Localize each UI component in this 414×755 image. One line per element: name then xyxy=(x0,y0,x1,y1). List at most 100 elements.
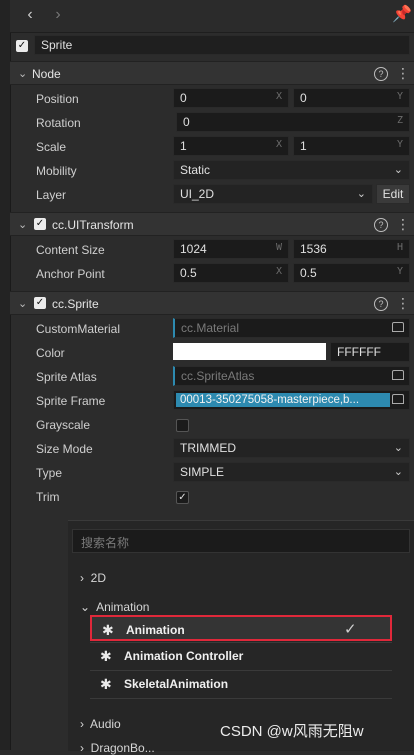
trim-checkbox[interactable]: ✓ xyxy=(176,491,189,504)
help-icon[interactable]: ? xyxy=(374,67,388,81)
position-x-input[interactable]: 0X xyxy=(173,88,289,108)
lock-icon xyxy=(392,394,404,404)
chevron-left-icon[interactable]: ‹ xyxy=(22,7,38,23)
more-menu-icon[interactable]: ⋮ xyxy=(396,296,410,310)
layer-label: Layer xyxy=(36,188,67,202)
position-row: Position 0X 0Y xyxy=(10,87,414,111)
anchor-y-input[interactable]: 0.5 Y xyxy=(293,263,410,283)
chevron-right-icon: › xyxy=(80,717,84,731)
type-row: Type SIMPLE ⌄ xyxy=(10,461,414,485)
mobility-label: Mobility xyxy=(36,164,77,178)
color-row: Color FFFFFF xyxy=(10,341,414,365)
content-size-label: Content Size xyxy=(36,243,105,257)
color-label: Color xyxy=(36,346,65,360)
search-placeholder: 搜索名称 xyxy=(81,536,130,550)
chevron-down-icon: ⌄ xyxy=(393,164,403,176)
mobility-row: Mobility Static ⌄ xyxy=(10,159,414,183)
layer-row: Layer UI_2D ⌄ Edit xyxy=(10,183,414,207)
type-label: Type xyxy=(36,466,63,480)
search-input[interactable]: 搜索名称 xyxy=(72,529,410,553)
size-mode-label: Size Mode xyxy=(36,442,93,456)
chevron-down-icon: ⌄ xyxy=(356,188,366,200)
size-mode-select[interactable]: TRIMMED ⌄ xyxy=(173,438,410,458)
category-2d[interactable]: › 2D xyxy=(80,571,106,585)
position-label: Position xyxy=(36,92,79,106)
lock-icon xyxy=(392,322,404,332)
rotation-input[interactable]: 0Z xyxy=(176,112,410,132)
mobility-select[interactable]: Static ⌄ xyxy=(173,160,410,180)
category-animation[interactable]: ⌄ Animation xyxy=(80,600,149,614)
type-select[interactable]: SIMPLE ⌄ xyxy=(173,462,410,482)
more-menu-icon[interactable]: ⋮ xyxy=(396,66,410,80)
rotation-label: Rotation xyxy=(36,116,81,130)
chevron-down-icon: ⌄ xyxy=(393,466,403,478)
help-icon[interactable]: ? xyxy=(374,218,388,232)
category-dragonbones[interactable]: › DragonBo... xyxy=(80,741,155,755)
scale-y-input[interactable]: 1Y xyxy=(293,136,410,156)
divider xyxy=(90,698,392,699)
layer-edit-button[interactable]: Edit xyxy=(376,184,410,204)
scale-x-input[interactable]: 1X xyxy=(173,136,289,156)
anchor-x-input[interactable]: 0.5 X xyxy=(173,263,289,283)
chevron-right-icon[interactable]: › xyxy=(50,7,66,23)
content-width-input[interactable]: 1024 W xyxy=(173,239,289,259)
content-height-input[interactable]: 1536 H xyxy=(293,239,410,259)
scale-label: Scale xyxy=(36,140,67,154)
uitransform-section-header[interactable]: ⌄ ✓ cc.UITransform ? ⋮ xyxy=(10,212,414,236)
section-title: cc.UITransform xyxy=(52,218,134,232)
skeletal-animation-item[interactable]: ✱ SkeletalAnimation xyxy=(90,671,392,697)
custom-material-field[interactable]: cc.Material xyxy=(173,318,410,338)
node-section-header[interactable]: ⌄ Node ? ⋮ xyxy=(10,61,414,85)
animation-item[interactable]: ✱ Animation ✓ xyxy=(90,615,392,641)
chevron-right-icon: › xyxy=(80,571,84,585)
sprite-frame-field[interactable]: 00013-350275058-masterpiece,b... xyxy=(173,390,410,410)
node-name-text: Sprite xyxy=(41,38,73,52)
watermark-text: CSDN @w风雨无阻w xyxy=(220,723,364,740)
sprite-enabled-checkbox[interactable]: ✓ xyxy=(34,297,46,309)
trim-label: Trim xyxy=(36,490,60,504)
trim-row: Trim ✓ xyxy=(10,485,414,509)
chevron-down-icon: ⌄ xyxy=(18,219,28,231)
inspector-toolbar: ‹ › 📌 xyxy=(10,0,414,33)
sprite-frame-label: Sprite Frame xyxy=(36,394,106,408)
layer-select[interactable]: UI_2D ⌄ xyxy=(173,184,373,204)
enabled-checkbox[interactable]: ✓ xyxy=(16,40,28,52)
anchor-point-label: Anchor Point xyxy=(36,267,105,281)
color-swatch[interactable] xyxy=(173,343,326,360)
puzzle-piece-icon: ✱ xyxy=(102,622,114,638)
uitransform-enabled-checkbox[interactable]: ✓ xyxy=(34,218,46,230)
custom-material-row: CustomMaterial cc.Material xyxy=(10,317,414,341)
grayscale-row: Grayscale xyxy=(10,413,414,437)
anchor-point-row: Anchor Point 0.5 X 0.5 Y xyxy=(10,262,414,286)
position-y-input[interactable]: 0Y xyxy=(293,88,410,108)
sprite-section-header[interactable]: ⌄ ✓ cc.Sprite ? ⋮ xyxy=(10,291,414,315)
chevron-down-icon: ⌄ xyxy=(393,442,403,454)
custom-material-label: CustomMaterial xyxy=(36,322,121,336)
grayscale-label: Grayscale xyxy=(36,418,91,432)
chevron-down-icon: ⌄ xyxy=(80,600,91,614)
pin-icon[interactable]: 📌 xyxy=(392,7,412,23)
content-size-row: Content Size 1024 W 1536 H xyxy=(10,238,414,262)
color-hex-input[interactable]: FFFFFF xyxy=(330,342,410,362)
chevron-down-icon: ⌄ xyxy=(18,298,28,310)
component-name-row: ✓ Sprite xyxy=(10,34,414,58)
more-menu-icon[interactable]: ⋮ xyxy=(396,217,410,231)
section-title: Node xyxy=(32,67,61,81)
chevron-right-icon: › xyxy=(80,741,84,755)
add-component-popup: 搜索名称 › 2D ⌄ Animation ✱ Animation ✓ ✱ An… xyxy=(68,520,414,755)
sprite-atlas-row: Sprite Atlas cc.SpriteAtlas xyxy=(10,365,414,389)
chevron-down-icon: ⌄ xyxy=(18,68,28,80)
node-name-input[interactable]: Sprite xyxy=(34,35,410,55)
puzzle-piece-icon: ✱ xyxy=(100,648,112,664)
sprite-frame-value: 00013-350275058-masterpiece,b... xyxy=(176,393,390,407)
scale-row: Scale 1X 1Y xyxy=(10,135,414,159)
animation-controller-item[interactable]: ✱ Animation Controller xyxy=(90,643,392,669)
category-audio[interactable]: › Audio xyxy=(80,717,121,731)
grayscale-checkbox[interactable] xyxy=(176,419,189,432)
lock-icon xyxy=(392,370,404,380)
section-title: cc.Sprite xyxy=(52,297,99,311)
checkmark-icon: ✓ xyxy=(344,621,357,638)
sprite-atlas-field[interactable]: cc.SpriteAtlas xyxy=(173,366,410,386)
rotation-row: Rotation 0Z xyxy=(10,111,414,135)
help-icon[interactable]: ? xyxy=(374,297,388,311)
